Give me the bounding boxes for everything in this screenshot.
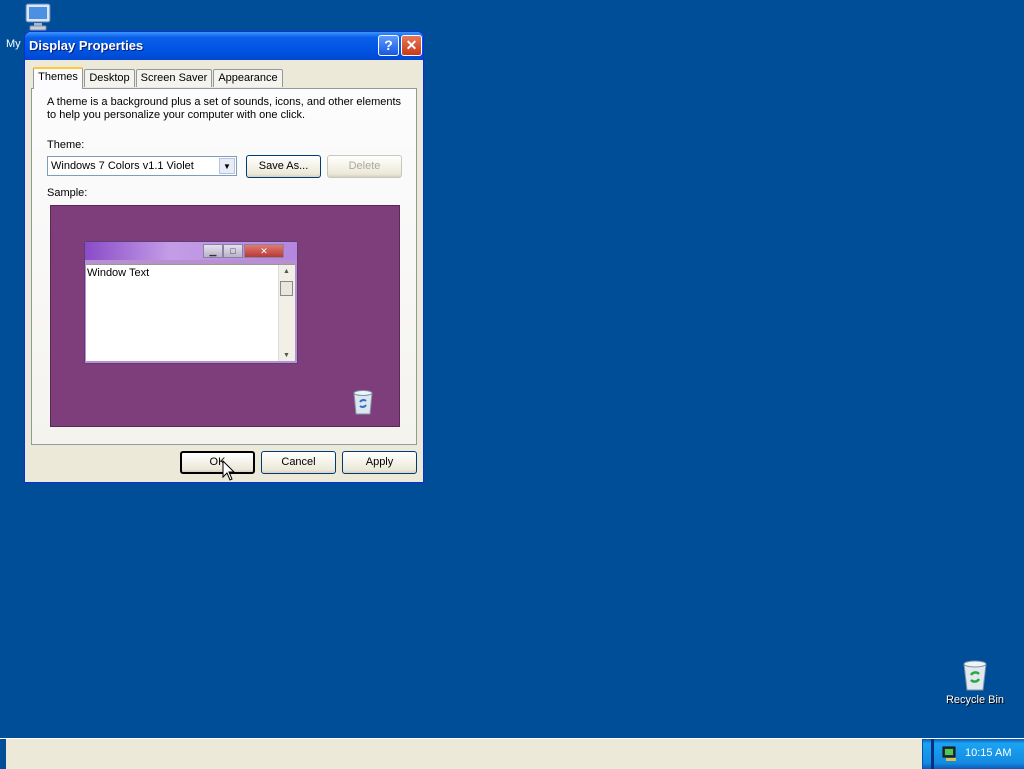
cancel-button[interactable]: Cancel xyxy=(261,451,336,474)
help-button[interactable]: ? xyxy=(378,35,399,56)
recycle-bin-icon xyxy=(963,660,987,691)
close-icon: ✕ xyxy=(244,244,284,258)
sample-window: ▁ □ ✕ Window Text ▲ ▼ xyxy=(84,241,298,364)
theme-select[interactable]: Windows 7 Colors v1.1 Violet ▼ xyxy=(47,156,237,176)
window-title: Display Properties xyxy=(29,38,144,53)
desktop-icon-label: My xyxy=(6,38,21,50)
sample-scrollbar: ▲ ▼ xyxy=(278,265,295,361)
my-computer-icon xyxy=(25,3,51,31)
apply-button[interactable]: Apply xyxy=(342,451,417,474)
theme-label: Theme: xyxy=(47,139,85,151)
sample-window-body: Window Text ▲ ▼ xyxy=(86,264,295,361)
taskbar-start-edge xyxy=(0,739,6,769)
sample-window-text: Window Text xyxy=(87,267,150,279)
tab-appearance[interactable]: Appearance xyxy=(213,69,283,87)
recycle-bin-icon xyxy=(353,390,373,415)
tray-separator xyxy=(931,739,934,769)
ok-button[interactable]: OK xyxy=(180,451,255,474)
mouse-cursor-icon xyxy=(222,460,236,481)
theme-description: A theme is a background plus a set of so… xyxy=(47,96,402,121)
tab-themes[interactable]: Themes xyxy=(33,67,83,89)
close-button[interactable]: ✕ xyxy=(401,35,422,56)
desktop-icon-label: Recycle Bin xyxy=(945,694,1005,706)
scroll-thumb xyxy=(280,281,293,296)
scroll-down-icon: ▼ xyxy=(283,352,290,359)
scroll-up-icon: ▲ xyxy=(283,268,290,275)
dropdown-arrow-icon[interactable]: ▼ xyxy=(219,158,235,174)
delete-button[interactable]: Delete xyxy=(327,155,402,178)
theme-select-value: Windows 7 Colors v1.1 Violet xyxy=(51,160,194,172)
system-tray: 10:15 AM xyxy=(922,739,1024,769)
title-bar[interactable]: Display Properties ? ✕ xyxy=(25,32,423,60)
maximize-icon: □ xyxy=(223,244,243,258)
theme-sample-preview: ▁ □ ✕ Window Text ▲ ▼ xyxy=(50,205,400,427)
minimize-icon: ▁ xyxy=(203,244,223,258)
display-settings-tray-icon[interactable] xyxy=(941,745,959,763)
taskbar: 10:15 AM xyxy=(0,738,1024,769)
sample-window-titlebar: ▁ □ ✕ xyxy=(85,242,297,260)
desktop-icon-recycle-bin[interactable]: Recycle Bin xyxy=(940,656,1010,712)
save-as-button[interactable]: Save As... xyxy=(246,155,321,178)
sample-label: Sample: xyxy=(47,187,88,199)
themes-panel: A theme is a background plus a set of so… xyxy=(31,88,417,445)
taskbar-clock[interactable]: 10:15 AM xyxy=(965,747,1011,759)
display-properties-dialog: Display Properties ? ✕ Themes Desktop Sc… xyxy=(24,31,424,483)
tab-desktop[interactable]: Desktop xyxy=(84,69,135,87)
tab-screen-saver[interactable]: Screen Saver xyxy=(136,69,212,87)
